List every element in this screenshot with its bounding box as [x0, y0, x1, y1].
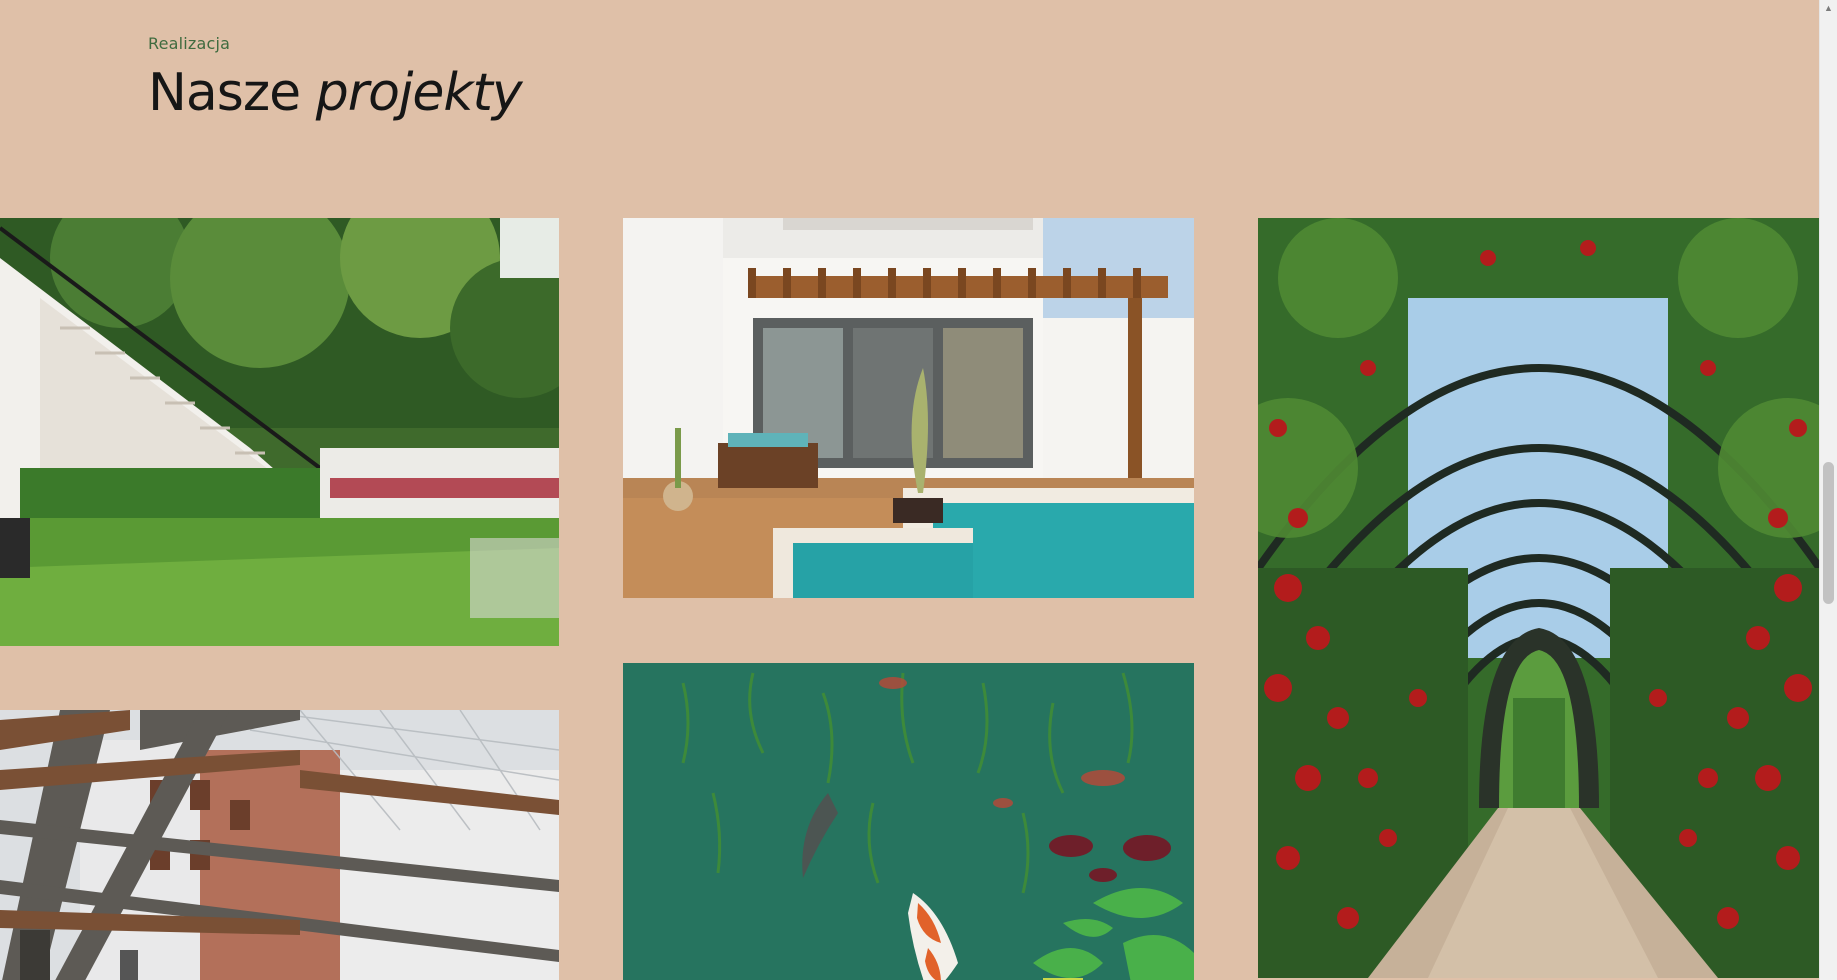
- section-header: Realizacja Nasze projekty: [148, 34, 523, 119]
- title-emphasis: projekty: [315, 63, 523, 123]
- rose-arch-illustration: [1258, 218, 1820, 978]
- scrollbar-thumb[interactable]: [1823, 462, 1834, 604]
- koi-pond-illustration: [623, 663, 1194, 980]
- pool-pergola-illustration: [623, 218, 1194, 598]
- wooden-pergola-illustration: [0, 710, 559, 980]
- section-title: Nasze projekty: [148, 67, 523, 119]
- title-plain: Nasze: [148, 63, 301, 123]
- vertical-scrollbar[interactable]: ▲: [1819, 0, 1837, 980]
- project-image-pool-pergola[interactable]: [623, 218, 1194, 598]
- project-image-garden-stairs[interactable]: [0, 218, 559, 646]
- garden-stairs-illustration: [0, 218, 559, 646]
- section-eyebrow: Realizacja: [148, 34, 231, 53]
- project-image-rose-arch[interactable]: [1258, 218, 1820, 978]
- project-image-wooden-pergola[interactable]: [0, 710, 559, 980]
- projects-page: Realizacja Nasze projekty ▲: [0, 0, 1837, 980]
- project-image-koi-pond[interactable]: [623, 663, 1194, 980]
- scroll-up-arrow-icon[interactable]: ▲: [1820, 0, 1837, 17]
